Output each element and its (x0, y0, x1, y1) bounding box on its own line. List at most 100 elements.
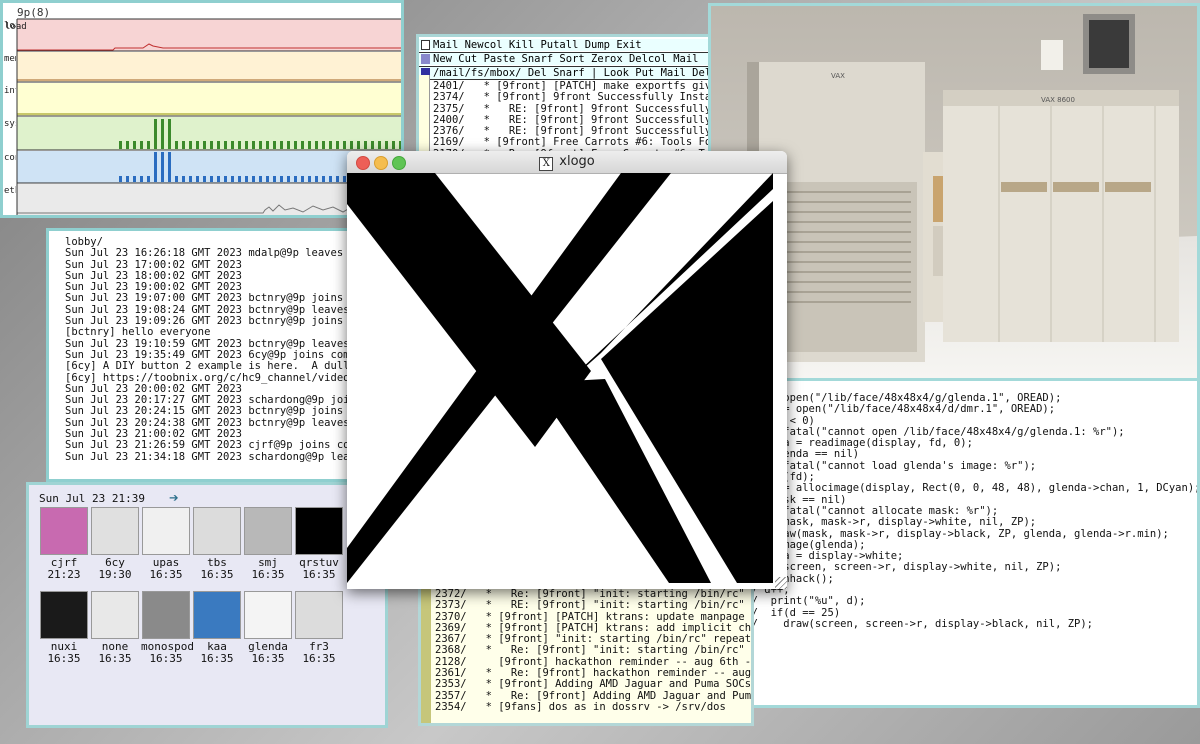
mail-list-window[interactable]: 2372/ * Re: [9front] "init: starting /bi… (418, 582, 754, 726)
con-bar (161, 152, 164, 182)
face-time: 16:35 (47, 652, 81, 665)
con-bar (287, 176, 290, 182)
con-bar (238, 176, 241, 182)
mail-item: 2353/ * [9front] Adding AMD Jaguar and P… (435, 678, 752, 691)
sys-bar (315, 141, 318, 149)
con-bar (182, 176, 185, 182)
sys-bar (168, 119, 171, 149)
window-tag[interactable]: New Cut Paste Snarf Sort Zerox Delcol Ma… (419, 52, 711, 65)
mail-item: 2354/ * [9fans] dos as in dossrv -> /srv… (435, 700, 726, 713)
sys-bar (336, 141, 339, 149)
stat-label: sys (4, 119, 16, 129)
mail-list-scrollbar[interactable] (421, 585, 431, 723)
face-time: 16:35 (200, 568, 234, 581)
sys-bar (224, 141, 227, 149)
sys-bar (322, 141, 325, 149)
x-logo-graphic (347, 173, 773, 583)
avatar (40, 591, 88, 639)
faces-date: Sun Jul 23 21:39 (39, 492, 145, 505)
face-tbs[interactable]: tbs 16:35 (192, 507, 242, 581)
sys-bar (399, 141, 401, 149)
column-tag[interactable]: Mail Newcol Kill Putall Dump Exit (419, 39, 711, 51)
mail-item: 2374/ * [9front] 9front Successfully Ins… (433, 91, 714, 104)
mail-list[interactable]: 2401/ * [9front] [PATCH] make exportfs g… (433, 80, 714, 157)
face-glenda[interactable]: glenda 16:35 (243, 591, 293, 665)
chat-line: [6cy] A DIY button 2 example is here. A … (65, 360, 376, 373)
xlogo-window[interactable]: Xxlogo (347, 151, 787, 589)
con-bar (189, 176, 192, 182)
sys-bar (154, 119, 157, 149)
sys-bar (371, 141, 374, 149)
face-time: 16:35 (98, 652, 132, 665)
mbox-tag[interactable]: /mail/fs/mbox/ Del Snarf | Look Put Mail… (419, 66, 711, 80)
con-bar (315, 176, 318, 182)
avatar (244, 591, 292, 639)
sys-bar (175, 141, 178, 149)
sys-bar (266, 141, 269, 149)
stat-label: ether (4, 186, 16, 196)
mail-list-lower[interactable]: 2372/ * Re: [9front] "init: starting /bi… (435, 588, 754, 713)
stat-label: con (4, 153, 16, 163)
arrow-right-icon[interactable]: ➔ (169, 490, 179, 506)
face-upas[interactable]: upas 16:35 (141, 507, 191, 581)
face-time: 16:35 (149, 652, 183, 665)
mail-item: 2373/ * RE: [9front] "init: starting /bi… (435, 599, 754, 612)
chat-line: Sun Jul 23 16:26:18 GMT 2023 mdalp@9p le… (65, 247, 369, 260)
stat-label: intr (4, 86, 16, 96)
face-time: 16:35 (251, 568, 285, 581)
con-bar (154, 152, 157, 182)
xlogo-titlebar[interactable]: Xxlogo (347, 151, 787, 174)
sys-bar (385, 141, 388, 149)
face-fr3[interactable]: fr3 16:35 (294, 591, 344, 665)
con-bar (329, 176, 332, 182)
avatar (295, 507, 343, 555)
face-none[interactable]: none 16:35 (90, 591, 140, 665)
sys-bar (161, 119, 164, 149)
sys-bar (189, 141, 192, 149)
face-time: 16:35 (251, 652, 285, 665)
mail-scrollbar[interactable] (419, 75, 430, 157)
svg-text:VAX: VAX (831, 72, 845, 80)
face-monospod[interactable]: monospod 16:35 (141, 591, 194, 665)
con-bar (308, 176, 311, 182)
sys-bar (273, 141, 276, 149)
avatar (295, 591, 343, 639)
avatar (142, 591, 190, 639)
code-line: } (739, 629, 1197, 641)
sys-bar (140, 141, 143, 149)
code-window[interactable]: fd = open("/lib/face/48x48x4/g/glenda.1"… (732, 378, 1200, 708)
sys-bar (126, 141, 129, 149)
face-time: 16:35 (302, 568, 336, 581)
code-line: // draw(screen, screen->r, display->blac… (739, 617, 1094, 630)
face-time: 16:35 (200, 652, 234, 665)
stats-label-col: load mem intr sys con ether (4, 21, 16, 215)
face-time: 19:30 (98, 568, 132, 581)
x-icon: X (539, 157, 554, 171)
avatar (193, 507, 241, 555)
face-6cy[interactable]: 6cy 19:30 (90, 507, 140, 581)
con-bar (266, 176, 269, 182)
con-bar (294, 176, 297, 182)
con-bar (231, 176, 234, 182)
code-text[interactable]: fd = open("/lib/face/48x48x4/g/glenda.1"… (739, 392, 1197, 642)
sys-bar (287, 141, 290, 149)
sys-bar (210, 141, 213, 149)
sys-bar (217, 141, 220, 149)
mail-window[interactable]: Mail Newcol Kill Putall Dump Exit New Cu… (416, 34, 714, 160)
face-smj[interactable]: smj 16:35 (243, 507, 293, 581)
chat-window[interactable]: lobby/Sun Jul 23 16:26:18 GMT 2023 mdalp… (46, 228, 376, 482)
avatar (91, 507, 139, 555)
face-qrstuv[interactable]: qrstuv 16:35 (294, 507, 344, 581)
resize-grip-icon[interactable] (775, 577, 787, 589)
con-bar (210, 176, 213, 182)
faces-window[interactable]: Sun Jul 23 21:39 ➔ cjrf 21:23 6cy 19:30 upas… (26, 482, 388, 728)
sys-bar (343, 141, 346, 149)
sys-bar (294, 141, 297, 149)
sys-bar (357, 141, 360, 149)
stats-window[interactable]: 9p(8) load load mem intr sys con ether (0, 0, 404, 218)
face-cjrf[interactable]: cjrf 21:23 (39, 507, 89, 581)
con-bar (224, 176, 227, 182)
sys-bar (378, 141, 381, 149)
face-kaa[interactable]: kaa 16:35 (192, 591, 242, 665)
face-nuxi[interactable]: nuxi 16:35 (39, 591, 89, 665)
